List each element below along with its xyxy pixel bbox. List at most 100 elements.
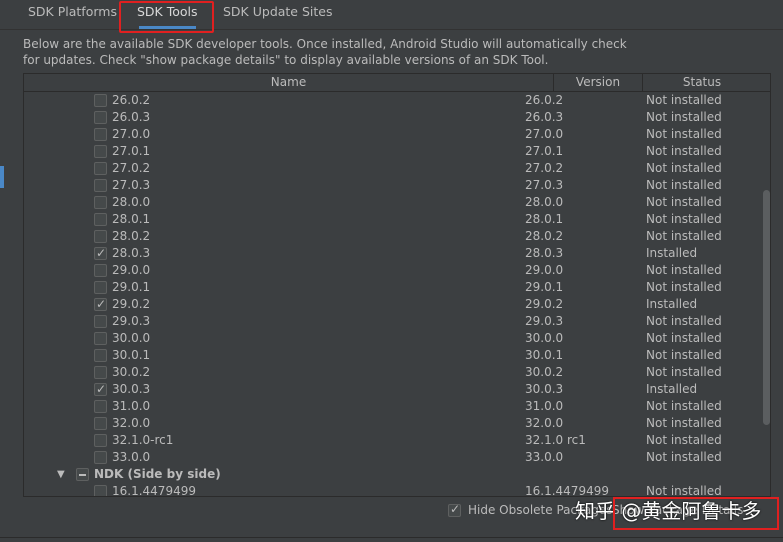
tab-sdk-tools[interactable]: SDK Tools xyxy=(131,4,204,29)
triangle-down-icon[interactable]: ▼ xyxy=(57,466,65,483)
table-row[interactable]: 33.0.0 33.0.0 Not installed xyxy=(24,449,761,466)
table-row[interactable]: 30.0.2 30.0.2 Not installed xyxy=(24,364,761,381)
row-checkbox[interactable] xyxy=(94,485,107,496)
row-checkbox[interactable] xyxy=(94,315,107,328)
row-version: 28.0.2 xyxy=(525,229,564,243)
table-row[interactable]: 31.0.0 31.0.0 Not installed xyxy=(24,398,761,415)
row-status: Installed xyxy=(646,382,698,396)
row-checkbox[interactable] xyxy=(94,366,107,379)
table-row[interactable]: 29.0.0 29.0.0 Not installed xyxy=(24,262,761,279)
table-row[interactable]: 27.0.0 27.0.0 Not installed xyxy=(24,126,761,143)
row-status: Not installed xyxy=(646,195,722,209)
scrollbar-thumb[interactable] xyxy=(763,190,770,425)
row-version: 29.0.1 xyxy=(525,280,564,294)
row-name: 32.1.0-rc1 xyxy=(112,433,174,447)
row-name: 27.0.2 xyxy=(112,161,151,175)
table-row[interactable]: 28.0.2 28.0.2 Not installed xyxy=(24,228,761,245)
row-checkbox[interactable] xyxy=(94,128,107,141)
table-row[interactable]: 30.0.0 30.0.0 Not installed xyxy=(24,330,761,347)
table-row[interactable]: 27.0.2 27.0.2 Not installed xyxy=(24,160,761,177)
row-name: 27.0.0 xyxy=(112,127,151,141)
table-row[interactable]: 26.0.3 26.0.3 Not installed xyxy=(24,109,761,126)
row-status: Not installed xyxy=(646,416,722,430)
tab-bar: SDK Platforms SDK Tools SDK Update Sites xyxy=(0,0,783,30)
table-row[interactable]: 28.0.1 28.0.1 Not installed xyxy=(24,211,761,228)
row-version: 28.0.3 xyxy=(525,246,564,260)
row-checkbox[interactable] xyxy=(94,94,107,107)
row-status: Not installed xyxy=(646,348,722,362)
row-checkbox[interactable] xyxy=(94,264,107,277)
row-name: 33.0.0 xyxy=(112,450,151,464)
column-header-version[interactable]: Version xyxy=(554,74,643,92)
row-status: Not installed xyxy=(646,263,722,277)
row-status: Not installed xyxy=(646,127,722,141)
row-checkbox[interactable] xyxy=(94,162,107,175)
row-version: 31.0.0 xyxy=(525,399,564,413)
row-checkbox[interactable] xyxy=(94,111,107,124)
row-version: 30.0.3 xyxy=(525,382,564,396)
row-checkbox[interactable] xyxy=(94,230,107,243)
row-checkbox[interactable] xyxy=(94,281,107,294)
table-row[interactable]: 32.1.0-rc1 32.1.0 rc1 Not installed xyxy=(24,432,761,449)
row-name: 29.0.3 xyxy=(112,314,151,328)
table-row[interactable]: 29.0.3 29.0.3 Not installed xyxy=(24,313,761,330)
table-row[interactable]: 29.0.2 29.0.2 Installed xyxy=(24,296,761,313)
table-row[interactable]: 32.0.0 32.0.0 Not installed xyxy=(24,415,761,432)
row-checkbox[interactable] xyxy=(94,296,107,313)
bottom-divider xyxy=(0,537,783,538)
row-version: 29.0.2 xyxy=(525,297,564,311)
tab-sdk-platforms[interactable]: SDK Platforms xyxy=(22,4,123,28)
row-status: Not installed xyxy=(646,212,722,226)
row-name: 30.0.0 xyxy=(112,331,151,345)
sdk-manager-page: SDK Platforms SDK Tools SDK Update Sites… xyxy=(0,0,783,542)
table-row[interactable]: 27.0.3 27.0.3 Not installed xyxy=(24,177,761,194)
row-checkbox[interactable] xyxy=(94,400,107,413)
group-row-ndk[interactable]: ▼ NDK (Side by side) xyxy=(24,466,761,483)
row-checkbox[interactable] xyxy=(94,451,107,464)
row-name: 26.0.3 xyxy=(112,110,151,124)
table-row[interactable]: 30.0.1 30.0.1 Not installed xyxy=(24,347,761,364)
row-name: 30.0.3 xyxy=(112,382,151,396)
group-checkbox[interactable] xyxy=(76,468,89,481)
table-row[interactable]: 27.0.1 27.0.1 Not installed xyxy=(24,143,761,160)
table-row[interactable]: 28.0.3 28.0.3 Installed xyxy=(24,245,761,262)
description-text: Below are the available SDK developer to… xyxy=(23,36,643,68)
row-version: 32.1.0 rc1 xyxy=(525,433,586,447)
row-checkbox[interactable] xyxy=(94,417,107,430)
row-name: 30.0.2 xyxy=(112,365,151,379)
row-status: Not installed xyxy=(646,280,722,294)
column-header-status[interactable]: Status xyxy=(643,74,761,92)
row-version: 27.0.0 xyxy=(525,127,564,141)
tab-sdk-update-sites[interactable]: SDK Update Sites xyxy=(217,4,339,28)
row-name: 27.0.1 xyxy=(112,144,151,158)
row-checkbox[interactable] xyxy=(94,332,107,345)
row-checkbox[interactable] xyxy=(94,179,107,192)
vertical-scrollbar[interactable] xyxy=(761,92,770,496)
row-checkbox[interactable] xyxy=(94,213,107,226)
row-checkbox[interactable] xyxy=(94,434,107,447)
row-checkbox[interactable] xyxy=(94,145,107,158)
row-checkbox[interactable] xyxy=(94,381,107,398)
table-row[interactable]: 30.0.3 30.0.3 Installed xyxy=(24,381,761,398)
row-status: Not installed xyxy=(646,178,722,192)
row-status: Not installed xyxy=(646,144,722,158)
column-header-name[interactable]: Name xyxy=(24,74,554,92)
row-version: 30.0.0 xyxy=(525,331,564,345)
row-status: Not installed xyxy=(646,450,722,464)
table-row[interactable]: 26.0.2 26.0.2 Not installed xyxy=(24,92,761,109)
hide-obsolete-checkbox[interactable] xyxy=(448,502,461,517)
description-line-1: Below are the available SDK developer to… xyxy=(23,37,627,51)
row-checkbox[interactable] xyxy=(94,245,107,262)
row-checkbox[interactable] xyxy=(94,349,107,362)
table-row[interactable]: 29.0.1 29.0.1 Not installed xyxy=(24,279,761,296)
row-version: 27.0.3 xyxy=(525,178,564,192)
row-version: 30.0.2 xyxy=(525,365,564,379)
row-version: 33.0.0 xyxy=(525,450,564,464)
row-name: 28.0.0 xyxy=(112,195,151,209)
row-name: 26.0.2 xyxy=(112,93,151,107)
table-row[interactable]: 28.0.0 28.0.0 Not installed xyxy=(24,194,761,211)
row-status: Not installed xyxy=(646,314,722,328)
row-checkbox[interactable] xyxy=(94,196,107,209)
sdk-tools-table: Name Version Status 26.0.2 26.0.2 Not inst… xyxy=(23,73,771,497)
row-version: 30.0.1 xyxy=(525,348,564,362)
